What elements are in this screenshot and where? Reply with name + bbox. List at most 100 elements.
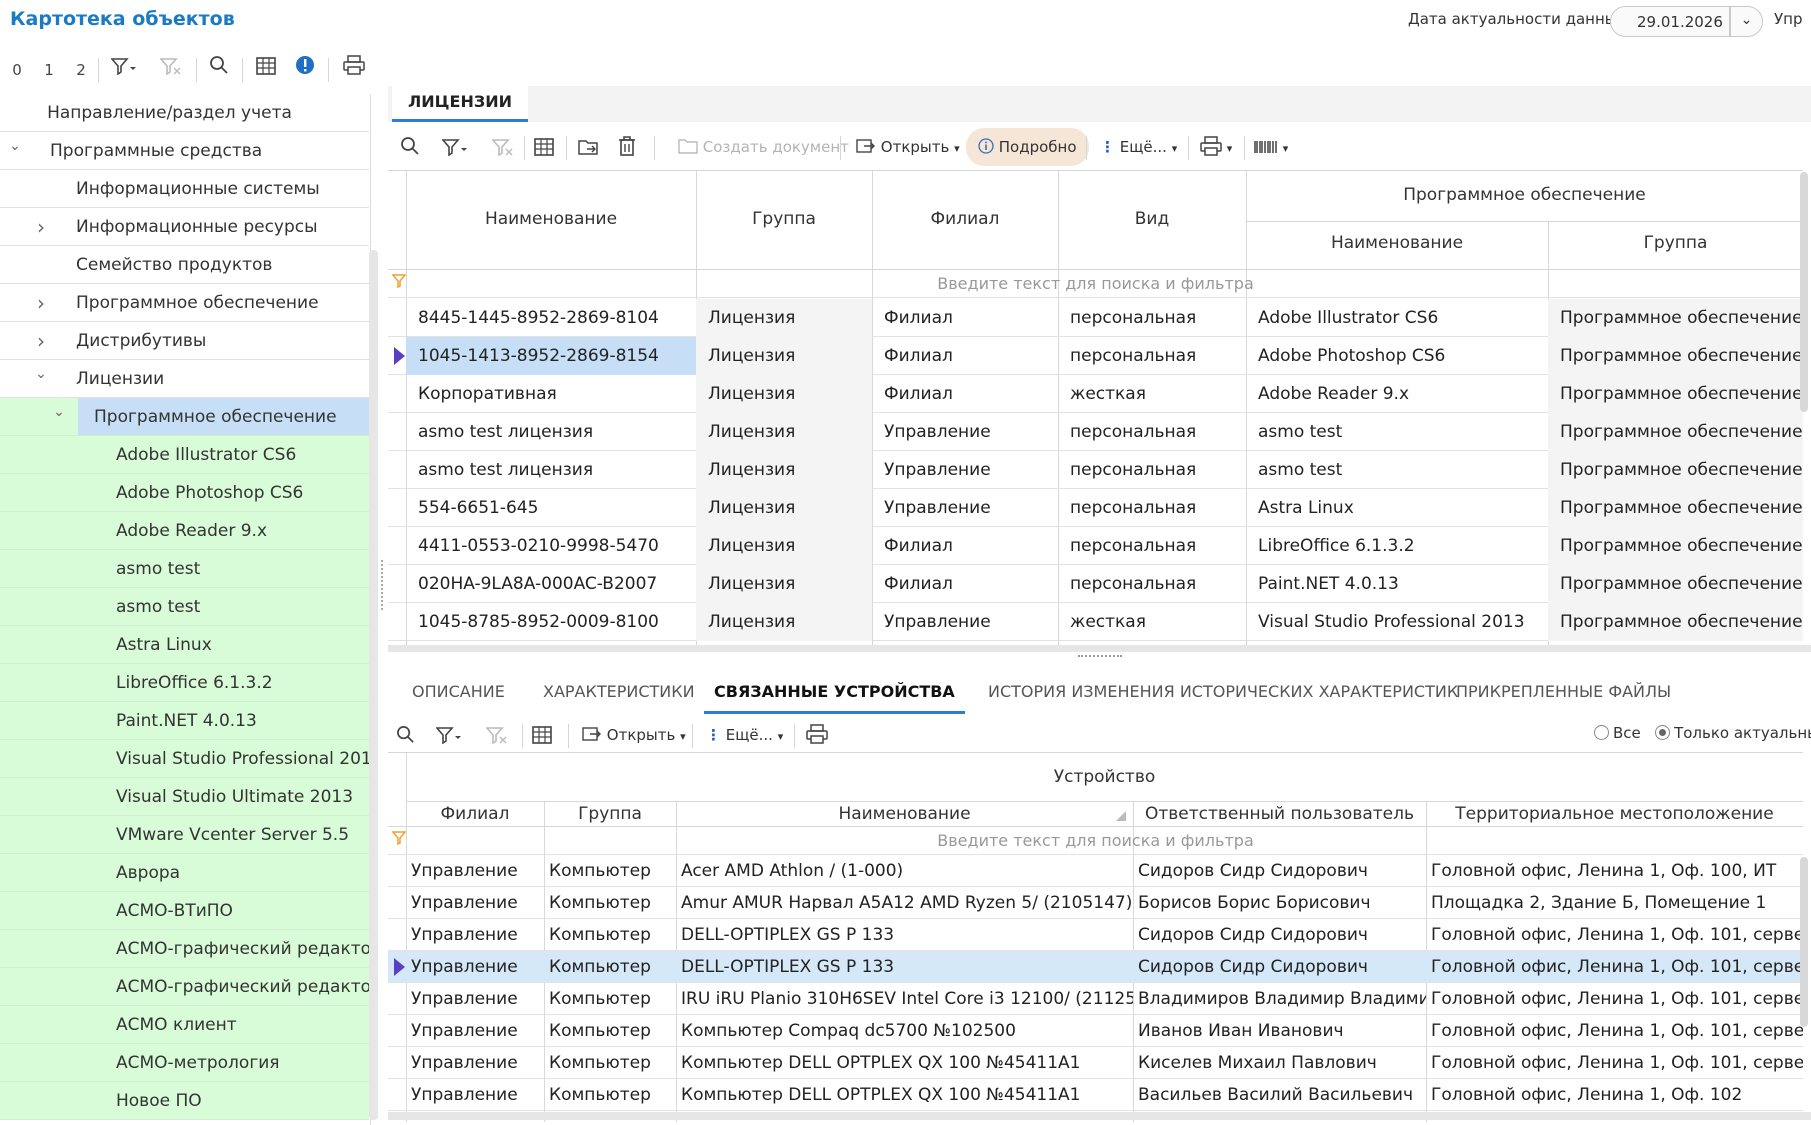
- tree-item[interactable]: ⌄ Лицензии: [0, 360, 369, 398]
- cell-group[interactable]: Компьютер: [544, 983, 676, 1015]
- devices-vertical-scrollbar[interactable]: [1800, 857, 1808, 1027]
- cell-branch[interactable]: Филиал: [872, 337, 1058, 375]
- open-button[interactable]: Открыть ▾: [582, 716, 686, 754]
- cell-branch[interactable]: Филиал: [872, 299, 1058, 337]
- cell-branch[interactable]: Управление: [406, 1015, 544, 1047]
- column-header-branch[interactable]: Филиал: [406, 804, 544, 824]
- tree-item[interactable]: АСМО-графический редактор п: [0, 930, 369, 968]
- radio-actual[interactable]: [1655, 725, 1671, 740]
- cell-name[interactable]: 020HA-9LA8A-000AC-B2007: [406, 565, 696, 603]
- tree-item[interactable]: Аврора: [0, 854, 369, 892]
- tree-item[interactable]: Adobe Illustrator CS6: [0, 436, 369, 474]
- clear-filter-icon[interactable]: [485, 716, 508, 754]
- cell-branch[interactable]: Управление: [406, 983, 544, 1015]
- column-header-group[interactable]: Группа: [544, 804, 676, 824]
- cell-sw-group[interactable]: Программное обеспечение: [1548, 299, 1803, 337]
- tree-item[interactable]: Adobe Reader 9.x: [0, 512, 369, 550]
- level-1-button[interactable]: 1: [38, 52, 60, 88]
- cell-branch[interactable]: Управление: [406, 887, 544, 919]
- cell-group[interactable]: Лицензия: [696, 375, 872, 413]
- table-row[interactable]: Управление Компьютер Amur AMUR Нарвал A5A1…: [388, 887, 1803, 919]
- tree-item[interactable]: Visual Studio Ultimate 2013: [0, 778, 369, 816]
- cell-group[interactable]: Лицензия: [696, 299, 872, 337]
- cell-name[interactable]: Компьютер DELL OPTPLEX QX 100 №45411A1: [676, 1047, 1133, 1079]
- grid-filter-row[interactable]: Введите текст для поиска и фильтра: [388, 270, 1803, 298]
- more-button[interactable]: ⋮ Ещё... ▾: [706, 716, 783, 754]
- cell-branch[interactable]: Управление: [872, 451, 1058, 489]
- cell-sw-group[interactable]: Программное обеспечение: [1548, 489, 1803, 527]
- tree-item[interactable]: › Информационные ресурсы: [0, 208, 369, 246]
- cell-user[interactable]: Сидоров Сидр Сидорович: [1133, 919, 1426, 951]
- cell-group[interactable]: Лицензия: [696, 451, 872, 489]
- cell-name[interactable]: Компьютер Compaq dc5700 №102500: [676, 1015, 1133, 1047]
- cell-kind[interactable]: жесткая: [1058, 603, 1246, 641]
- cell-group[interactable]: Компьютер: [544, 1079, 676, 1111]
- cell-name[interactable]: DELL-OPTIPLEX GS P 133: [676, 951, 1133, 983]
- cell-branch[interactable]: Управление: [406, 1079, 544, 1111]
- print-icon[interactable]: [806, 716, 828, 754]
- radio-all[interactable]: [1594, 725, 1609, 740]
- cell-location[interactable]: Головной офис, Ленина 1, Оф. 102: [1426, 1079, 1803, 1111]
- devices-horizontal-scrollbar[interactable]: [388, 1112, 1811, 1120]
- column-header-location[interactable]: Территориальное местоположение: [1426, 804, 1803, 824]
- tree-scrollbar[interactable]: [369, 250, 378, 1120]
- vertical-splitter[interactable]: [381, 560, 384, 610]
- cell-user[interactable]: Иванов Иван Иванович: [1133, 1015, 1426, 1047]
- open-button[interactable]: Открыть ▾: [856, 128, 960, 166]
- tree-item[interactable]: Новое ПО: [0, 1082, 369, 1120]
- cell-group[interactable]: Лицензия: [696, 603, 872, 641]
- tree-item[interactable]: ⌄ Программное обеспечение: [0, 398, 369, 436]
- tree-item[interactable]: Paint.NET 4.0.13: [0, 702, 369, 740]
- cell-kind[interactable]: персональная: [1058, 565, 1246, 603]
- cell-name[interactable]: Acer AMD Athlon / (1-000): [676, 855, 1133, 887]
- cell-name[interactable]: 1045-8785-8952-0009-8100: [406, 603, 696, 641]
- cell-sw-name[interactable]: Visual Studio Professional 2013: [1246, 603, 1548, 641]
- horizontal-splitter[interactable]: [1078, 655, 1122, 658]
- cell-sw-group[interactable]: Программное обеспечение: [1548, 527, 1803, 565]
- column-header-sw-name[interactable]: Наименование: [1246, 233, 1548, 253]
- table-row[interactable]: Управление Компьютер Acer AMD Athlon / (1-…: [388, 855, 1803, 887]
- cell-sw-group[interactable]: Программное обеспечение: [1548, 603, 1803, 641]
- filter-icon[interactable]: [441, 128, 470, 166]
- grid-vertical-scrollbar[interactable]: [1800, 172, 1808, 412]
- tree-item[interactable]: LibreOffice 6.1.3.2: [0, 664, 369, 702]
- resize-grip-icon[interactable]: [1116, 811, 1126, 821]
- cell-group[interactable]: Лицензия: [696, 565, 872, 603]
- cell-branch[interactable]: Филиал: [872, 565, 1058, 603]
- cell-group[interactable]: Компьютер: [544, 855, 676, 887]
- tab-attached-files[interactable]: ПРИКРЕПЛЕННЫЕ ФАЙЛЫ: [1456, 672, 1671, 714]
- cell-name[interactable]: asmo test лицензия: [406, 451, 696, 489]
- cell-name[interactable]: 4411-0553-0210-9998-5470: [406, 527, 696, 565]
- cell-location[interactable]: Головной офис, Ленина 1, Оф. 101, сервер…: [1426, 951, 1803, 983]
- cell-user[interactable]: Сидоров Сидр Сидорович: [1133, 855, 1426, 887]
- cell-branch[interactable]: Управление: [406, 919, 544, 951]
- cell-kind[interactable]: персональная: [1058, 489, 1246, 527]
- cell-group[interactable]: Компьютер: [544, 951, 676, 983]
- cell-branch[interactable]: Управление: [872, 413, 1058, 451]
- table-row[interactable]: Корпоративная Лицензия Филиал жесткая Adobe …: [388, 375, 1803, 413]
- search-icon[interactable]: [396, 716, 415, 754]
- cell-location[interactable]: Головной офис, Ленина 1, Оф. 101, сервер…: [1426, 1015, 1803, 1047]
- table-row[interactable]: Управление Компьютер Компьютер DELL OPTPLE…: [388, 1079, 1803, 1111]
- cell-branch[interactable]: Управление: [872, 489, 1058, 527]
- column-header-user[interactable]: Ответственный пользователь: [1133, 804, 1426, 824]
- tab-characteristics[interactable]: ХАРАКТЕРИСТИКИ: [543, 672, 695, 714]
- column-header-group[interactable]: Группа: [696, 209, 872, 229]
- table-row[interactable]: Управление Компьютер Компьютер DELL OPTPLE…: [388, 1047, 1803, 1079]
- print-menu-icon[interactable]: ▾: [1200, 128, 1232, 166]
- clear-filter-icon[interactable]: [156, 52, 186, 88]
- cell-kind[interactable]: жесткая: [1058, 375, 1246, 413]
- table-row[interactable]: 1045-1413-8952-2869-8154 Лицензия Филиал пе…: [388, 337, 1803, 375]
- tree-item[interactable]: › Дистрибутивы: [0, 322, 369, 360]
- cell-group[interactable]: Компьютер: [544, 1047, 676, 1079]
- table-row[interactable]: asmo test лицензия Лицензия Управление перс…: [388, 451, 1803, 489]
- cell-branch[interactable]: Филиал: [872, 527, 1058, 565]
- cell-group[interactable]: Лицензия: [696, 413, 872, 451]
- tree-item[interactable]: АСМО-графический редактор п: [0, 968, 369, 1006]
- cell-sw-name[interactable]: Adobe Reader 9.x: [1246, 375, 1548, 413]
- cell-sw-group[interactable]: Программное обеспечение: [1548, 565, 1803, 603]
- table-row[interactable]: 020HA-9LA8A-000AC-B2007 Лицензия Филиал пер…: [388, 565, 1803, 603]
- cell-sw-group[interactable]: Программное обеспечение: [1548, 375, 1803, 413]
- devices-filter-row[interactable]: Введите текст для поиска и фильтра: [388, 827, 1803, 855]
- chevron-down-icon[interactable]: ⌄: [50, 398, 68, 431]
